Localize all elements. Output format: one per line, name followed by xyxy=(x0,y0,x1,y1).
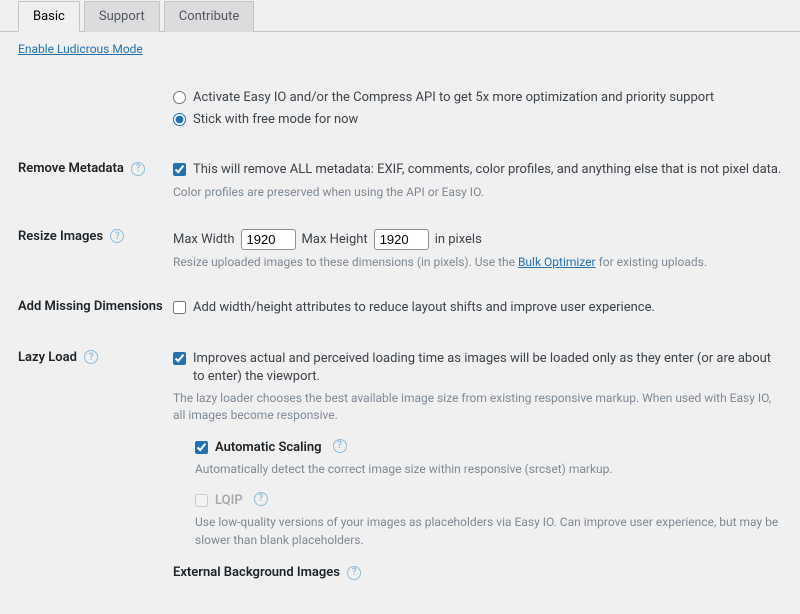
help-icon[interactable]: ? xyxy=(254,492,268,506)
remove-metadata-desc: Color profiles are preserved when using … xyxy=(173,184,782,201)
add-dims-checkbox[interactable] xyxy=(173,301,186,314)
enable-ludicrous-link[interactable]: Enable Ludicrous Mode xyxy=(18,42,143,56)
add-dims-text: Add width/height attributes to reduce la… xyxy=(193,299,655,317)
tab-basic[interactable]: Basic xyxy=(18,1,80,32)
mode-activate-radio[interactable] xyxy=(173,91,186,104)
resize-desc-post: for existing uploads. xyxy=(596,255,707,269)
row-label-metadata: Remove Metadata xyxy=(18,161,124,176)
tab-support[interactable]: Support xyxy=(84,1,160,32)
help-icon[interactable]: ? xyxy=(110,229,124,243)
max-height-input[interactable] xyxy=(374,229,429,250)
max-width-label: Max Width xyxy=(173,232,235,247)
row-label-resize: Resize Images xyxy=(18,229,103,244)
resize-desc-pre: Resize uploaded images to these dimensio… xyxy=(173,255,518,269)
help-icon[interactable]: ? xyxy=(84,350,98,364)
auto-scaling-desc: Automatically detect the correct image s… xyxy=(195,461,782,478)
lazy-load-desc: The lazy loader chooses the best availab… xyxy=(173,390,782,425)
help-icon[interactable]: ? xyxy=(333,439,347,453)
max-width-input[interactable] xyxy=(241,229,296,250)
bulk-optimizer-link[interactable]: Bulk Optimizer xyxy=(518,255,596,269)
row-label-dims: Add Missing Dimensions xyxy=(18,299,163,314)
lazy-load-checkbox[interactable] xyxy=(173,352,186,365)
resize-unit: in pixels xyxy=(435,232,482,247)
help-icon[interactable]: ? xyxy=(347,566,361,580)
mode-stick-radio[interactable] xyxy=(173,113,186,126)
tab-contribute[interactable]: Contribute xyxy=(164,1,255,32)
auto-scaling-label: Automatic Scaling xyxy=(215,439,322,457)
auto-scaling-checkbox[interactable] xyxy=(195,441,208,454)
max-height-label: Max Height xyxy=(302,232,368,247)
help-icon[interactable]: ? xyxy=(131,162,145,176)
settings-tabs: Basic Support Contribute xyxy=(0,0,800,32)
lazy-load-text: Improves actual and perceived loading ti… xyxy=(193,350,782,386)
lqip-checkbox xyxy=(195,494,208,507)
remove-metadata-text: This will remove ALL metadata: EXIF, com… xyxy=(193,161,781,179)
mode-activate-label: Activate Easy IO and/or the Compress API… xyxy=(193,89,714,107)
mode-stick-label: Stick with free mode for now xyxy=(193,111,358,129)
lqip-label: LQIP xyxy=(215,492,243,510)
row-label-lazy: Lazy Load xyxy=(18,350,77,365)
remove-metadata-checkbox[interactable] xyxy=(173,163,186,176)
external-bg-heading: External Background Images xyxy=(173,565,340,580)
lqip-desc: Use low-quality versions of your images … xyxy=(195,514,782,549)
